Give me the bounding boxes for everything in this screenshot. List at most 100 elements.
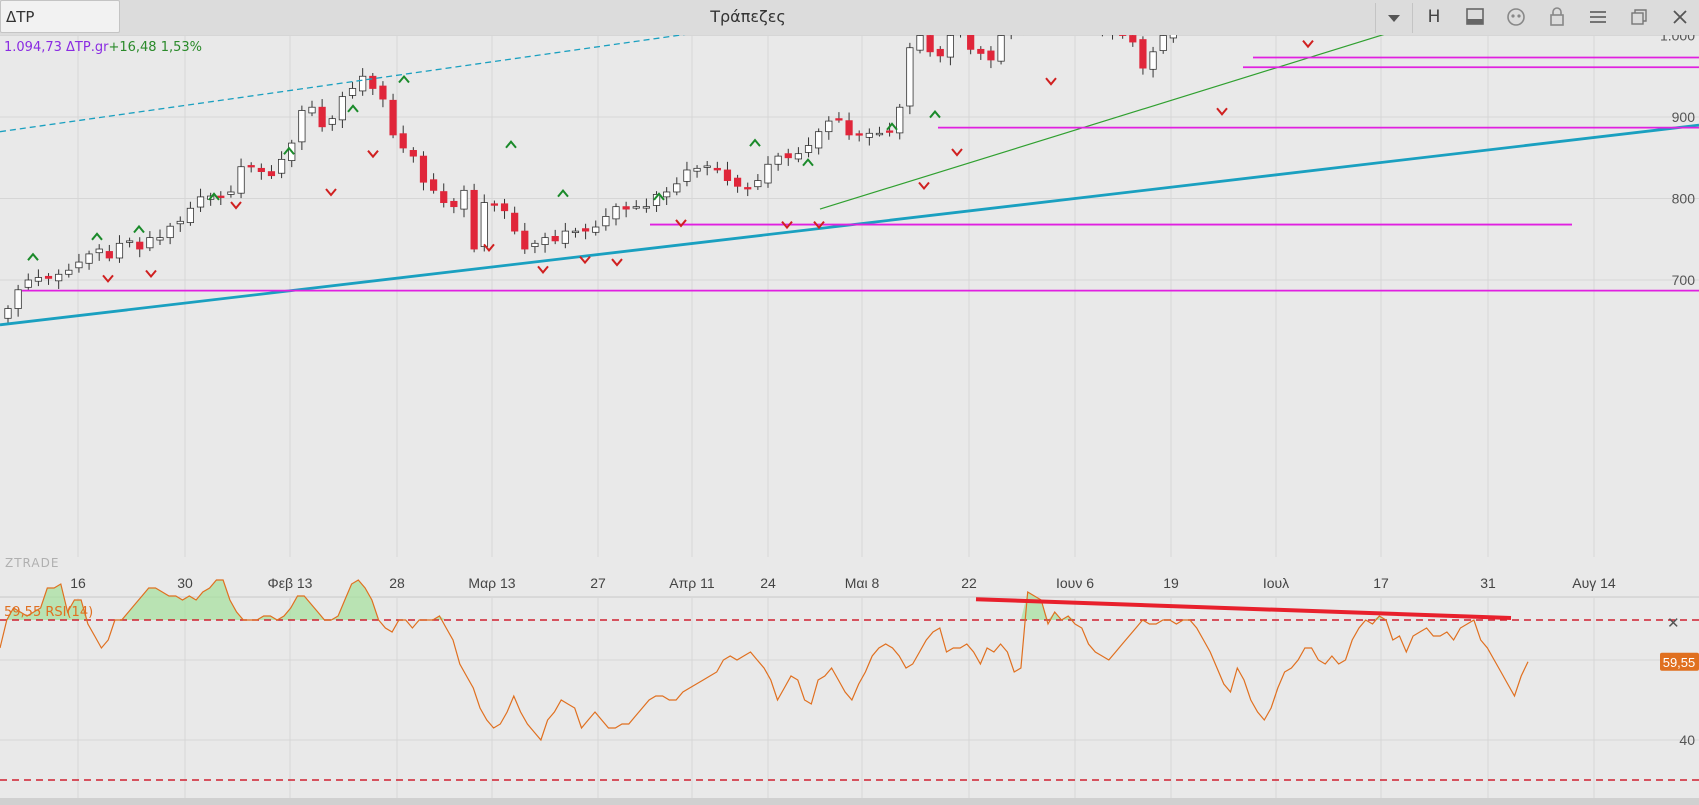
candle-body — [855, 133, 863, 136]
candle-body — [136, 241, 144, 250]
candle-body — [186, 207, 194, 223]
candle — [906, 42, 914, 115]
lock-button[interactable] — [1543, 4, 1571, 30]
candle-body — [551, 235, 559, 242]
candle-body — [429, 179, 438, 191]
scrollbar[interactable] — [0, 798, 1699, 805]
candle-body — [1149, 51, 1157, 70]
candle-body — [774, 155, 782, 165]
x-tick-label: 17 — [1373, 575, 1389, 591]
candle-body — [744, 187, 752, 190]
candle-body — [906, 47, 914, 107]
candle-body — [663, 191, 671, 198]
x-tick-label: Μαι 8 — [845, 575, 880, 591]
candle-body — [460, 189, 468, 210]
x-tick-label: 22 — [961, 575, 977, 591]
candle-body — [592, 226, 600, 233]
candle-body — [815, 131, 823, 149]
candle-body — [703, 165, 711, 168]
h-button[interactable]: H — [1420, 4, 1448, 30]
candle-body — [44, 275, 53, 279]
candle-body — [85, 253, 93, 264]
dropdown-button[interactable] — [1375, 3, 1413, 33]
restore-icon — [1631, 9, 1647, 25]
candle-body — [865, 132, 873, 138]
menu-icon — [1590, 11, 1606, 23]
panel-icon — [1466, 8, 1484, 25]
candle-body — [257, 167, 265, 173]
candle-body — [632, 206, 640, 209]
info-price: 1.094,73 — [4, 40, 62, 55]
panel-toggle-button[interactable] — [1461, 4, 1489, 30]
candle-body — [997, 35, 1005, 62]
candle — [480, 194, 488, 252]
x-tick-label: Φεβ 13 — [268, 575, 313, 591]
candle-body — [936, 48, 944, 57]
rsi-value-badge-label: 59,55 — [1663, 655, 1696, 670]
candle-body — [267, 171, 276, 177]
x-tick-label: 19 — [1163, 575, 1179, 591]
candle-body — [875, 132, 884, 136]
close-button[interactable] — [1666, 4, 1694, 30]
candle-body — [794, 153, 803, 160]
quote-icon — [1507, 8, 1525, 26]
candle-body — [348, 88, 357, 96]
chart-canvas[interactable]: 1.2001.1001.0009008007001630Φεβ 1328Μαρ … — [0, 35, 1699, 798]
lock-icon — [1550, 7, 1564, 26]
candle-body — [470, 189, 478, 250]
rsi-title: RSI(14) — [45, 605, 94, 620]
rsi-y-tick-label: 40 — [1679, 732, 1695, 748]
candle-body — [521, 230, 529, 250]
x-tick-label: Ιουν 6 — [1056, 575, 1094, 591]
candle-body — [804, 145, 813, 153]
candle-body — [4, 308, 12, 319]
candle-body — [612, 206, 620, 220]
candle-body — [227, 191, 235, 195]
candle-body — [531, 242, 539, 247]
info-symbol: ΔΤΡ.gr — [66, 40, 109, 55]
candle-body — [399, 133, 407, 149]
y-tick-label: 700 — [1672, 272, 1696, 288]
candle-body — [277, 158, 286, 174]
watermark: ZTRADE — [5, 556, 60, 570]
candle-body — [1139, 39, 1147, 69]
candle-body — [379, 85, 387, 100]
candle-body — [65, 269, 73, 275]
candle-body — [409, 150, 417, 157]
candle-body — [196, 196, 205, 208]
candle-body — [237, 166, 245, 194]
candle-body — [369, 75, 377, 89]
x-tick-label: Αυγ 14 — [1572, 575, 1616, 591]
info-change-pct: 1,53% — [160, 40, 202, 55]
candle-body — [541, 237, 549, 245]
candle-body — [55, 273, 63, 282]
candle-body — [734, 177, 742, 187]
candle-body — [1169, 35, 1177, 39]
menu-button[interactable] — [1584, 4, 1612, 30]
candle-body — [105, 251, 113, 259]
x-tick-label: Ιουλ — [1263, 575, 1289, 591]
candle-body — [886, 130, 894, 133]
candle-body — [338, 96, 347, 121]
candle-body — [389, 99, 397, 136]
x-tick-label: Μαρ 13 — [468, 575, 515, 591]
candle-body — [500, 203, 509, 212]
candle-body — [916, 35, 924, 51]
comment-button[interactable] — [1502, 4, 1530, 30]
candle-body — [511, 212, 519, 232]
candle-body — [450, 200, 458, 208]
candle-body — [835, 118, 843, 121]
candle-body — [126, 240, 134, 243]
candle-body — [784, 153, 792, 159]
x-tick-label: Απρ 11 — [669, 575, 715, 591]
x-tick-label: 16 — [70, 575, 86, 591]
rsi-close-icon[interactable]: ✕ — [1667, 614, 1680, 632]
candle — [470, 183, 478, 253]
candle-body — [754, 180, 762, 188]
candle-body — [217, 195, 225, 198]
info-change: +16,48 — [108, 40, 157, 55]
candle-body — [490, 203, 499, 206]
candle-body — [987, 50, 995, 61]
restore-button[interactable] — [1625, 4, 1653, 30]
candle-body — [693, 167, 701, 172]
